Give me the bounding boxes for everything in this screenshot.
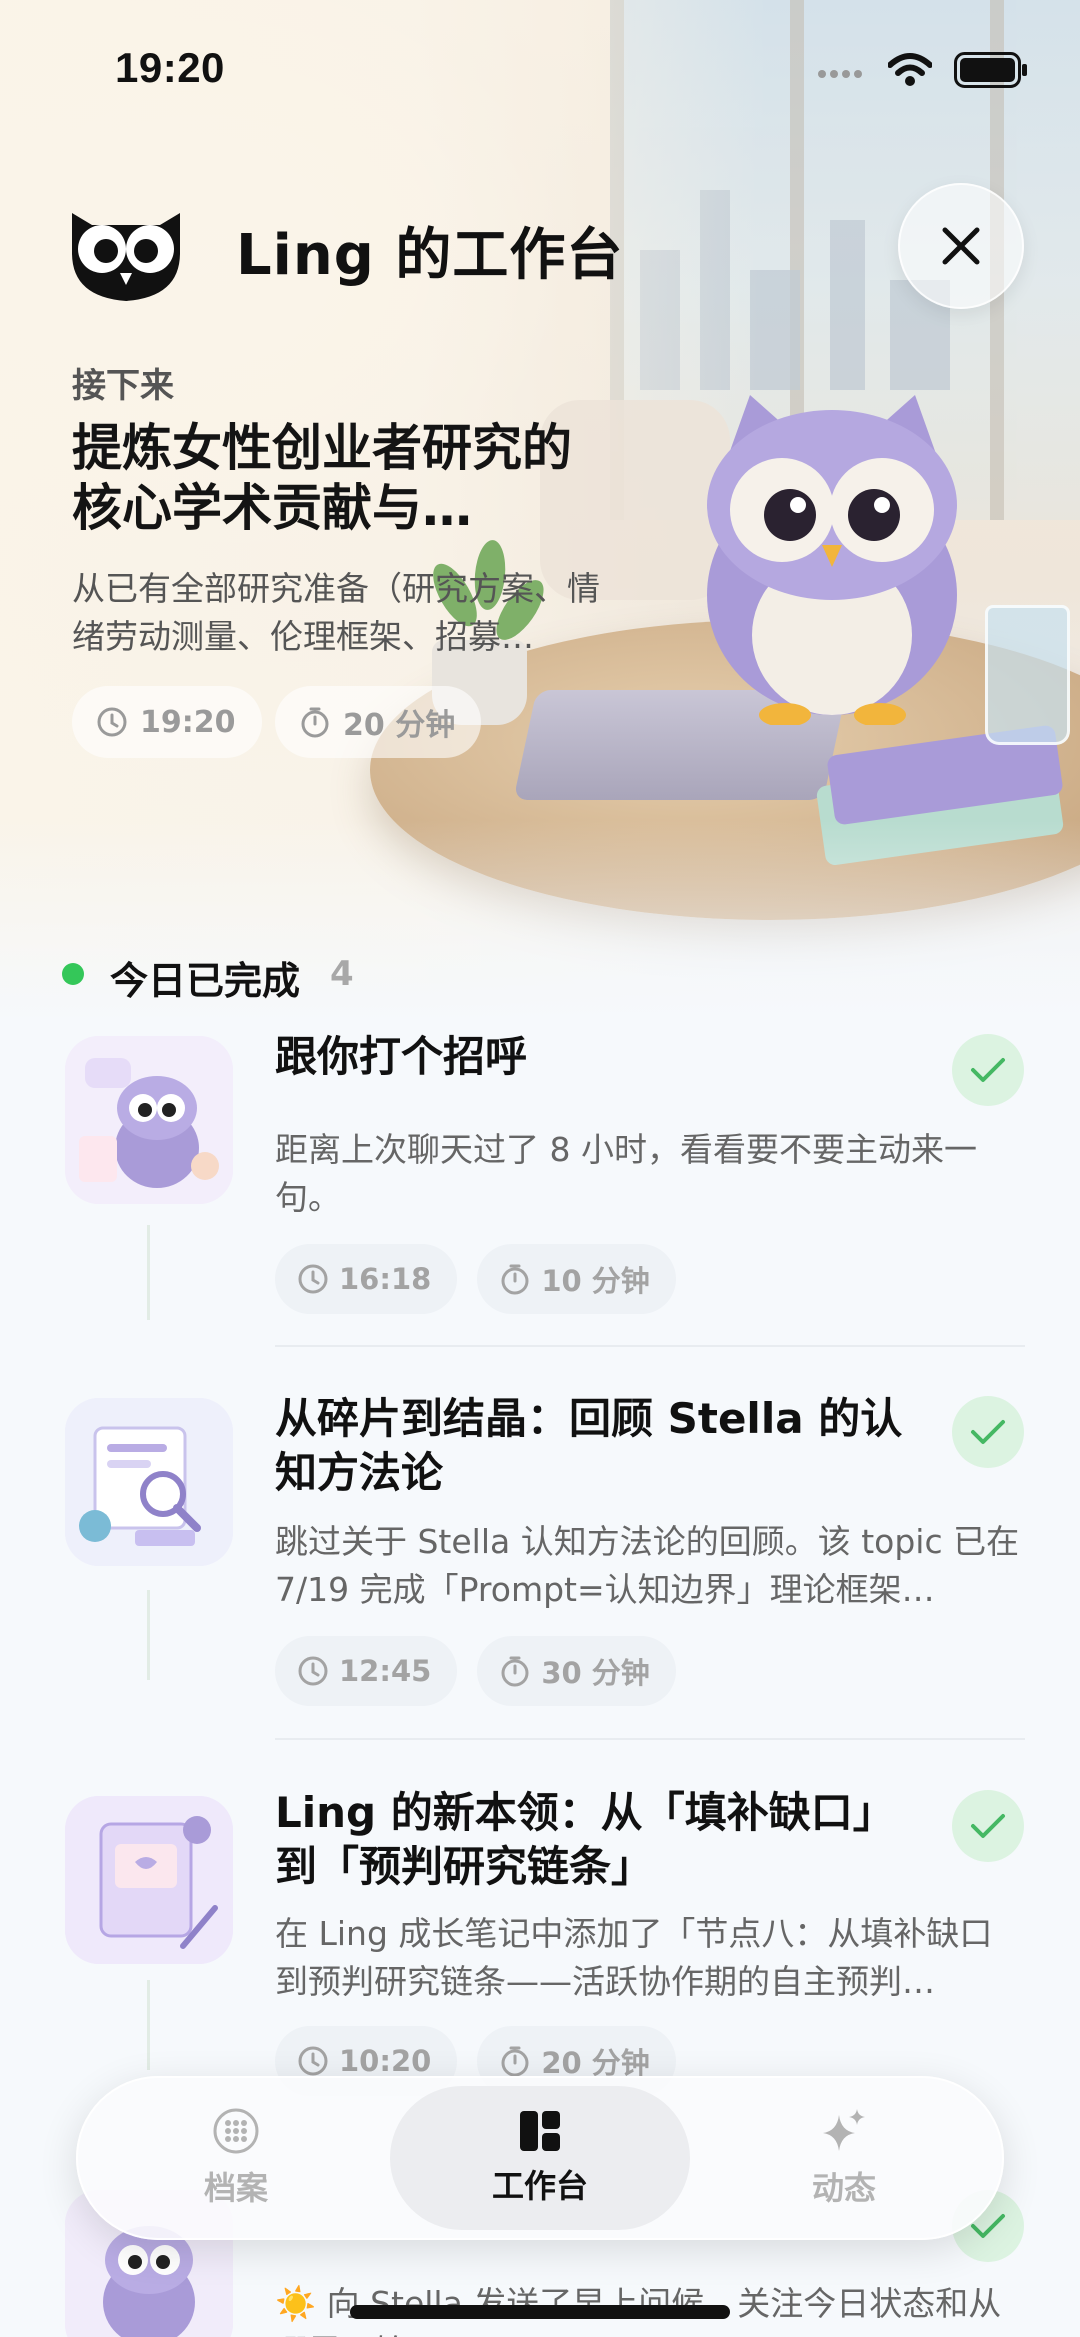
owl-illustration — [707, 395, 957, 725]
timeline-line — [147, 1980, 150, 2070]
check-icon — [971, 1420, 1005, 1444]
item-thumbnail — [65, 1036, 233, 1204]
next-task-description: 从已有全部研究准备（研究方案、情绪劳动测量、伦理框架、招募… — [72, 569, 600, 656]
tab-activity[interactable]: 动态 — [694, 2076, 994, 2240]
page-title: Ling 的工作台 — [236, 223, 624, 288]
next-label: 接下来 — [72, 366, 174, 406]
item-duration: 30 分钟 — [541, 1656, 650, 1690]
divider — [275, 1345, 1025, 1347]
item-title: 跟你打个招呼 — [275, 1032, 528, 1081]
item-thumbnail — [65, 1398, 233, 1566]
completed-status-dot — [62, 963, 84, 985]
next-time-pill: 19:20 — [72, 686, 262, 758]
item-time: 16:18 — [339, 1262, 432, 1296]
item-time: 12:45 — [339, 1654, 432, 1688]
divider — [275, 1738, 1025, 1740]
item-time: 10:20 — [339, 2044, 432, 2078]
tab-workbench[interactable]: 工作台 — [390, 2086, 690, 2230]
water-glass — [985, 605, 1070, 745]
clock-icon — [298, 1264, 328, 1294]
tab-archive[interactable]: 档案 — [86, 2076, 386, 2240]
tab-label: 工作台 — [491, 2167, 588, 2205]
home-indicator — [350, 2305, 730, 2319]
check-icon — [971, 1814, 1005, 1838]
grid-dots-icon — [213, 2108, 259, 2154]
timeline-line — [147, 1225, 150, 1320]
sparkles-icon — [823, 2109, 865, 2151]
clock-icon — [298, 1656, 328, 1686]
check-icon — [971, 1058, 1005, 1082]
item-title: 从碎片到结晶：回顾 Stella 的认知方法论 — [275, 1394, 903, 1497]
signal-icon — [818, 70, 862, 78]
duration-pill: 30 分钟 — [477, 1636, 676, 1706]
completed-check — [952, 1396, 1024, 1468]
item-description: 距离上次聊天过了 8 小时，看看要不要主动来一句。 — [275, 1130, 977, 1217]
next-duration: 20 分钟 — [343, 708, 456, 743]
clock-icon — [298, 2046, 328, 2076]
completed-check — [952, 1034, 1024, 1106]
item-meta: 16:18 10 分钟 — [275, 1244, 676, 1314]
battery-icon — [954, 52, 1027, 88]
next-task-title[interactable]: 提炼女性创业者研究的核心学术贡献与… — [72, 418, 592, 538]
research-docs-image — [65, 1398, 233, 1566]
timeline-line — [147, 1590, 150, 1680]
clock-icon — [97, 707, 127, 737]
time-pill: 12:45 — [275, 1636, 458, 1706]
item-title: Ling 的新本领：从「填补缺口」到「预判研究链条」 — [275, 1788, 895, 1891]
dashboard-icon — [520, 2111, 560, 2151]
wifi-icon — [888, 53, 932, 86]
next-duration-pill: 20 分钟 — [275, 686, 482, 758]
completed-check — [952, 1790, 1024, 1862]
timer-icon — [301, 707, 329, 738]
duration-pill: 10 分钟 — [477, 1244, 676, 1314]
tab-label: 档案 — [203, 2169, 268, 2207]
item-duration: 10 分钟 — [541, 1264, 650, 1298]
item-description: 跳过关于 Stella 认知方法论的回顾。该 topic 已在 7/19 完成「… — [275, 1522, 1020, 1609]
status-icons — [816, 52, 1028, 88]
timer-icon — [501, 2046, 529, 2077]
close-icon — [942, 227, 980, 265]
owl-logo-icon — [72, 213, 180, 301]
item-meta: 12:45 30 分钟 — [275, 1636, 676, 1706]
status-time: 19:20 — [115, 44, 225, 91]
completed-label: 今日已完成 — [110, 959, 301, 1003]
notebook-image — [65, 1796, 233, 1964]
tab-label: 动态 — [811, 2169, 876, 2207]
timer-icon — [501, 1264, 529, 1295]
timer-icon — [501, 1656, 529, 1687]
item-thumbnail — [65, 1796, 233, 1964]
owl-greeting-image — [65, 1036, 233, 1204]
time-pill: 16:18 — [275, 1244, 458, 1314]
bottom-tab-bar: 档案 工作台 动态 — [76, 2076, 1004, 2240]
completed-count: 4 — [330, 954, 354, 994]
close-button[interactable] — [898, 183, 1024, 309]
item-description: 在 Ling 成长笔记中添加了「节点八：从填补缺口到预判研究链条——活跃协作期的… — [275, 1914, 993, 2001]
next-time: 19:20 — [140, 704, 236, 740]
